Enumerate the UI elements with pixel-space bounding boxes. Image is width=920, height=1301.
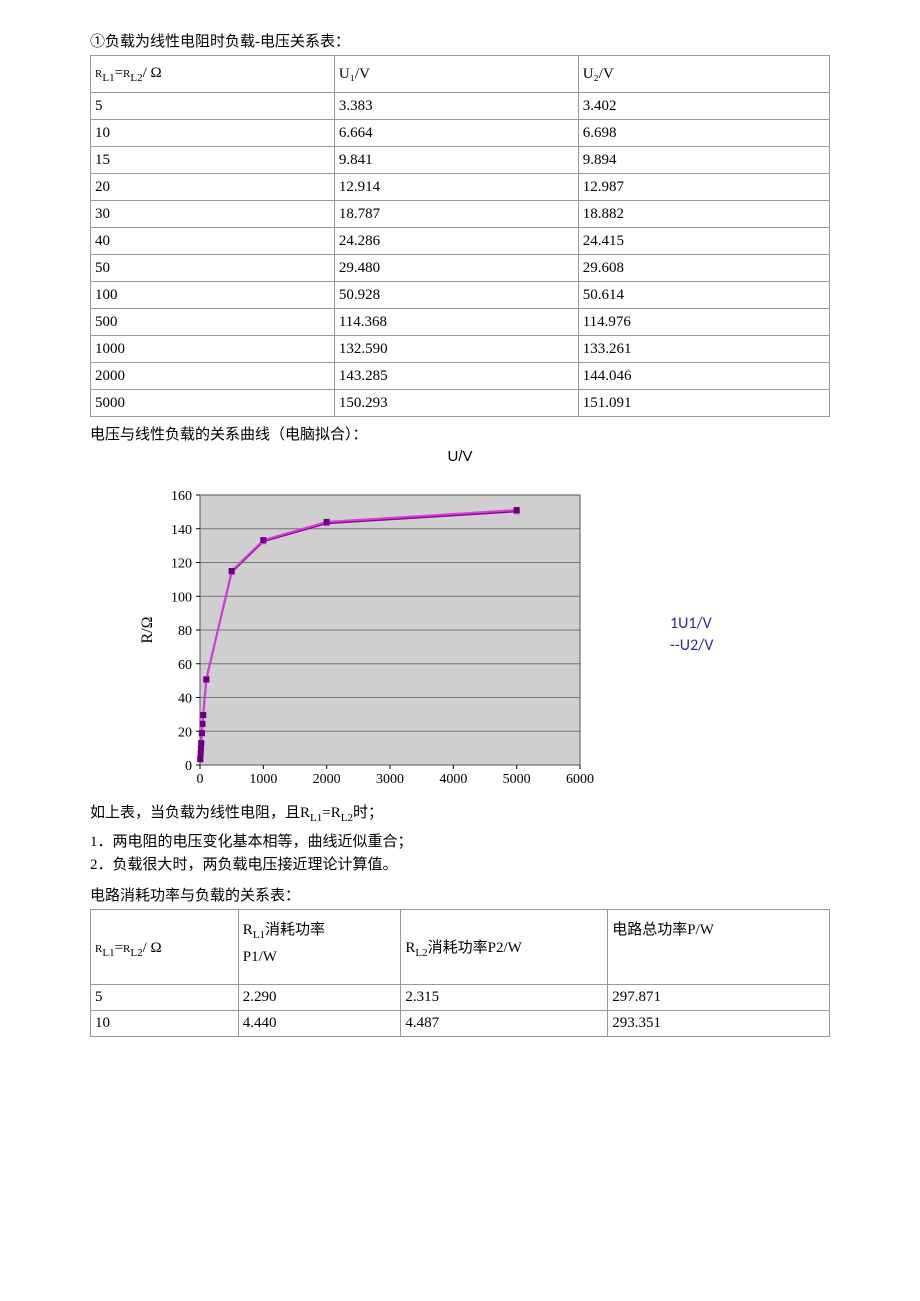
svg-text:40: 40: [178, 692, 192, 707]
table-row: 5000150.293151.091: [91, 390, 830, 417]
chart-caption: 电压与线性负载的关系曲线（电脑拟合）：: [90, 423, 830, 444]
observation-item-1: 1．两电阻的电压变化基本相等，曲线近似重合；: [90, 830, 830, 851]
voltage-load-table: RL1=RL2/ Ω U₁/V U₂/V 53.3833.402 106.664…: [90, 55, 830, 417]
table-row: 2012.91412.987: [91, 174, 830, 201]
table-row: 2000143.285144.046: [91, 363, 830, 390]
svg-text:100: 100: [171, 590, 192, 605]
voltage-load-chart: 0 20 40 60 80 100 120 140 160 0 1000 2000 3000 4000 50…: [130, 475, 600, 795]
svg-text:2000: 2000: [313, 772, 341, 787]
chart-title: U/V: [90, 448, 830, 465]
svg-text:0: 0: [197, 772, 204, 787]
chart-container: 0 20 40 60 80 100 120 140 160 0 1000 2000 3000 4000 50…: [130, 475, 830, 795]
table-row: 10050.92850.614: [91, 282, 830, 309]
power-load-table: RL1=RL2/ Ω RL1RL1消耗功率消耗功率P1/W RL2消耗功率P2/…: [90, 909, 830, 1037]
legend-series-1: 1U1/V: [670, 613, 713, 635]
chart-legend: 1U1/V --U2/V: [670, 613, 713, 658]
svg-text:80: 80: [178, 624, 192, 639]
table-row: 52.2902.315297.871: [91, 985, 830, 1011]
table-header-row: RL1=RL2/ Ω RL1RL1消耗功率消耗功率P1/W RL2消耗功率P2/…: [91, 910, 830, 985]
svg-text:6000: 6000: [566, 772, 594, 787]
svg-text:0: 0: [185, 759, 192, 774]
svg-text:R/Ω: R/Ω: [139, 616, 156, 643]
section-heading-1: ①负载为线性电阻时负载-电压关系表：: [90, 30, 830, 51]
svg-text:120: 120: [171, 557, 192, 572]
legend-series-2: --U2/V: [670, 635, 713, 657]
svg-text:140: 140: [171, 523, 192, 538]
col-u1: U₁/V: [334, 56, 578, 93]
table-row: 1000132.590133.261: [91, 336, 830, 363]
svg-text:5000: 5000: [503, 772, 531, 787]
observation-item-2: 2．负载很大时，两负载电压接近理论计算值。: [90, 853, 830, 874]
svg-text:20: 20: [178, 725, 192, 740]
col-total-power: 电路总功率P/W: [608, 910, 830, 985]
svg-text:160: 160: [171, 489, 192, 504]
table-row: 159.8419.894: [91, 147, 830, 174]
svg-text:3000: 3000: [376, 772, 404, 787]
table-row: 104.4404.487293.351: [91, 1011, 830, 1037]
svg-text:1000: 1000: [249, 772, 277, 787]
col-u2: U₂/V: [578, 56, 829, 93]
table-row: 4024.28624.415: [91, 228, 830, 255]
table-row: 5029.48029.608: [91, 255, 830, 282]
table-row: 53.3833.402: [91, 93, 830, 120]
table-row: 500114.368114.976: [91, 309, 830, 336]
table-header-row: RL1=RL2/ Ω U₁/V U₂/V: [91, 56, 830, 93]
table-row: 106.6646.698: [91, 120, 830, 147]
observation-intro: 如上表，当负载为线性电阻，且RL1=RL2时；: [90, 801, 830, 824]
table-row: 3018.78718.882: [91, 201, 830, 228]
svg-text:4000: 4000: [439, 772, 467, 787]
section-heading-2: 电路消耗功率与负载的关系表：: [90, 884, 830, 905]
svg-text:60: 60: [178, 658, 192, 673]
